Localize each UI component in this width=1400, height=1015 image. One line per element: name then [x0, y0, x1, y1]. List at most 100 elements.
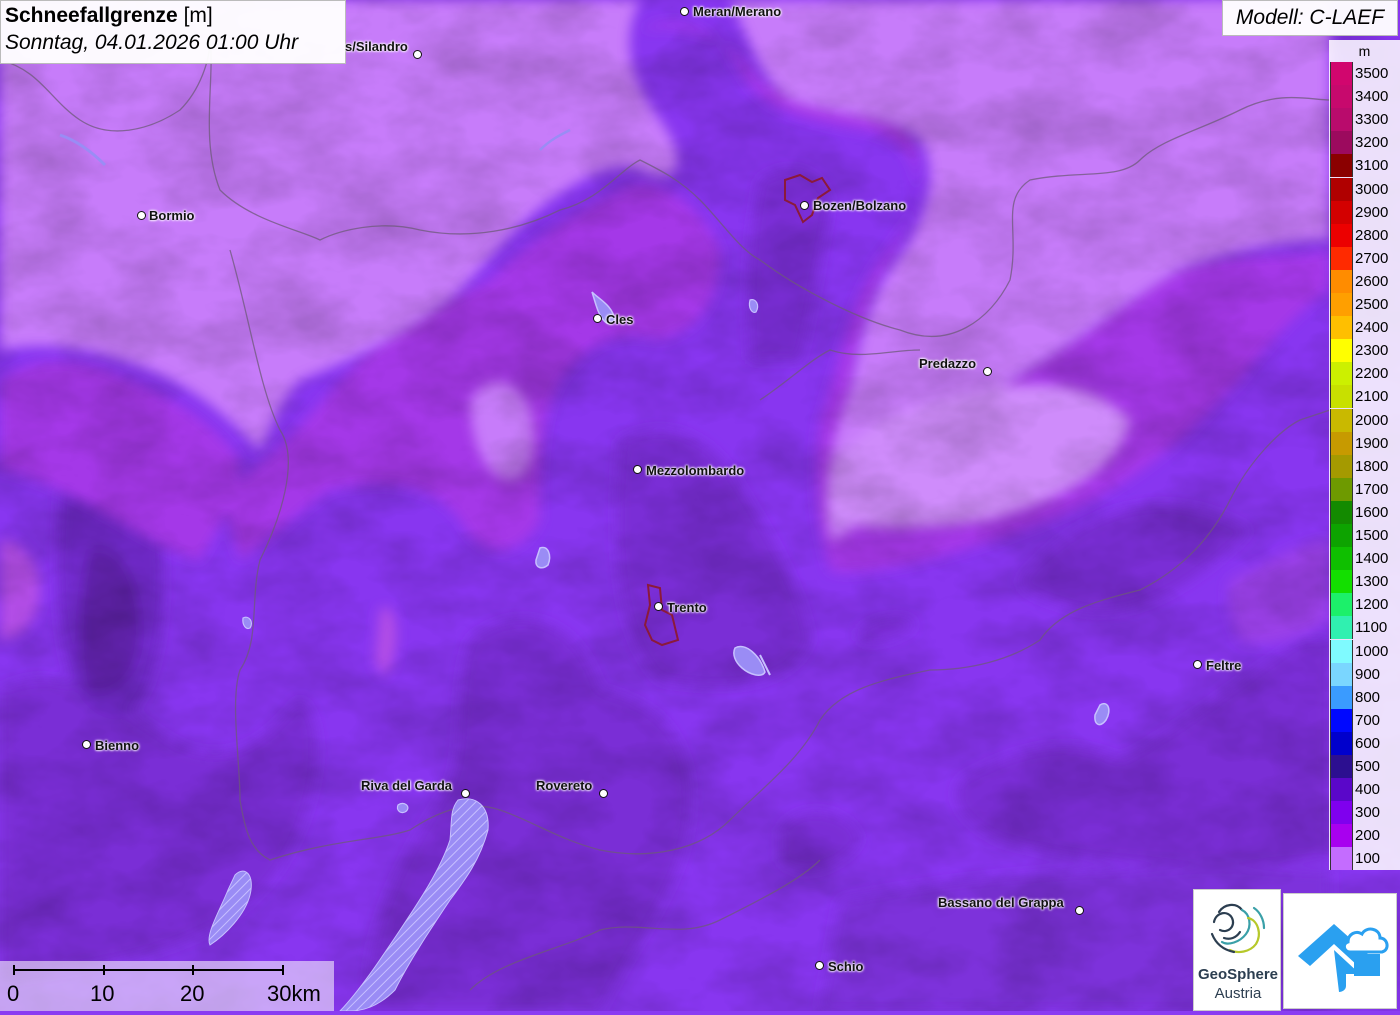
legend-swatch	[1330, 755, 1353, 779]
city-label[interactable]: Trento	[667, 600, 707, 615]
legend-item: 700	[1329, 708, 1400, 732]
legend-item: 2800	[1329, 223, 1400, 247]
city-label[interactable]: Rovereto	[536, 778, 592, 793]
city-marker[interactable]	[137, 211, 146, 220]
legend-swatch	[1330, 547, 1353, 571]
city-marker[interactable]	[800, 201, 809, 210]
legend-item: 2300	[1329, 339, 1400, 363]
legend-swatch	[1330, 408, 1353, 432]
legend-swatch	[1330, 500, 1353, 524]
legend-swatch	[1330, 685, 1353, 709]
legend-label: 3500	[1355, 65, 1389, 82]
legend-label: 1300	[1355, 573, 1389, 591]
legend-label: 1200	[1355, 596, 1389, 614]
city-label[interactable]: s/Silandro	[345, 39, 408, 54]
city-marker[interactable]	[633, 465, 642, 474]
legend-label: 3000	[1355, 180, 1389, 198]
city-label[interactable]: Bozen/Bolzano	[813, 198, 906, 213]
legend-swatch	[1330, 801, 1353, 825]
legend-unit: m	[1358, 43, 1371, 59]
legend-item: 1100	[1329, 616, 1400, 640]
city-label[interactable]: Bassano del Grappa	[938, 895, 1064, 910]
legend-label: 2800	[1355, 226, 1389, 244]
legend-item: 2900	[1329, 200, 1400, 224]
city-label[interactable]: Meran/Merano	[693, 4, 781, 19]
legend-label: 900	[1355, 665, 1381, 683]
legend-item: 1600	[1329, 500, 1400, 524]
legend-item: 1900	[1329, 431, 1400, 455]
legend-label: 3100	[1355, 157, 1389, 175]
city-marker[interactable]	[413, 50, 422, 59]
legend-label: 3300	[1355, 111, 1389, 129]
city-marker[interactable]	[983, 367, 992, 376]
legend-item: 1800	[1329, 454, 1400, 478]
legend-swatch	[1330, 85, 1353, 109]
app-logo[interactable]	[1283, 893, 1397, 1009]
legend-item: 1300	[1329, 570, 1400, 594]
legend-item: 3200	[1329, 131, 1400, 155]
city-label[interactable]: Schio	[828, 959, 863, 974]
legend-swatch	[1330, 708, 1353, 732]
city-label[interactable]: Cles	[606, 312, 633, 327]
legend-swatch	[1330, 293, 1353, 317]
legend-item: 1000	[1329, 639, 1400, 663]
legend-swatch	[1330, 131, 1353, 155]
geosphere-subtitle: Austria	[1214, 985, 1262, 1002]
house-cloud-icon	[1298, 924, 1389, 992]
legend-item: 2500	[1329, 293, 1400, 317]
city-label[interactable]: Bormio	[149, 208, 195, 223]
legend-item: 2000	[1329, 408, 1400, 432]
scale-label: 0	[7, 981, 20, 1006]
legend-label: 1800	[1355, 457, 1389, 475]
legend-swatch	[1330, 108, 1353, 132]
geosphere-logo[interactable]: GeoSphere Austria	[1193, 889, 1281, 1011]
legend-swatch	[1330, 223, 1353, 247]
legend-label: 1600	[1355, 503, 1389, 521]
legend-swatch	[1330, 246, 1353, 270]
legend-label: 1500	[1355, 527, 1389, 544]
city-marker[interactable]	[680, 7, 689, 16]
legend-label: 1400	[1355, 550, 1389, 568]
legend-item: 1500	[1329, 524, 1400, 548]
legend-swatch	[1330, 62, 1353, 86]
legend-swatch	[1330, 385, 1353, 409]
legend-item: 2400	[1329, 316, 1400, 340]
city-marker[interactable]	[599, 789, 608, 798]
legend-swatch	[1330, 431, 1353, 455]
city-marker[interactable]	[1193, 660, 1202, 669]
legend-item: 2700	[1329, 246, 1400, 270]
legend-label: 400	[1355, 781, 1381, 799]
city-label[interactable]: Mezzolombardo	[646, 463, 744, 478]
legend-item: 2100	[1329, 385, 1400, 409]
legend-swatch	[1330, 593, 1353, 617]
legend-label: 1700	[1355, 480, 1389, 498]
city-marker[interactable]	[815, 961, 824, 970]
legend-item: 900	[1329, 662, 1400, 686]
legend-item: 400	[1329, 778, 1400, 802]
city-marker[interactable]	[593, 314, 602, 323]
legend-item: 600	[1329, 731, 1400, 755]
scale-label: 20	[180, 981, 205, 1006]
legend-swatch	[1330, 731, 1353, 755]
city-marker[interactable]	[461, 789, 470, 798]
legend-swatch	[1330, 570, 1353, 594]
legend-label: 200	[1355, 827, 1381, 845]
city-label[interactable]: Bienno	[95, 738, 139, 753]
terrain-shading	[0, 0, 1400, 1011]
city-label[interactable]: Feltre	[1206, 658, 1241, 673]
city-marker[interactable]	[654, 602, 663, 611]
legend-label: 1100	[1355, 619, 1388, 637]
legend-item: 800	[1329, 685, 1400, 709]
legend-item: 2200	[1329, 362, 1400, 386]
city-marker[interactable]	[82, 740, 91, 749]
city-marker[interactable]	[1075, 906, 1084, 915]
snowfall-line-map[interactable]	[0, 0, 1400, 1011]
model-label: Modell: C-LAEF	[1222, 0, 1398, 36]
legend-label: 2900	[1355, 203, 1389, 221]
legend-label: 3400	[1355, 88, 1389, 106]
legend-label: 1000	[1355, 642, 1389, 660]
legend-item: 3400	[1329, 85, 1400, 109]
geosphere-icon	[1210, 903, 1266, 954]
city-label[interactable]: Predazzo	[919, 356, 976, 371]
city-label[interactable]: Riva del Garda	[361, 778, 452, 793]
